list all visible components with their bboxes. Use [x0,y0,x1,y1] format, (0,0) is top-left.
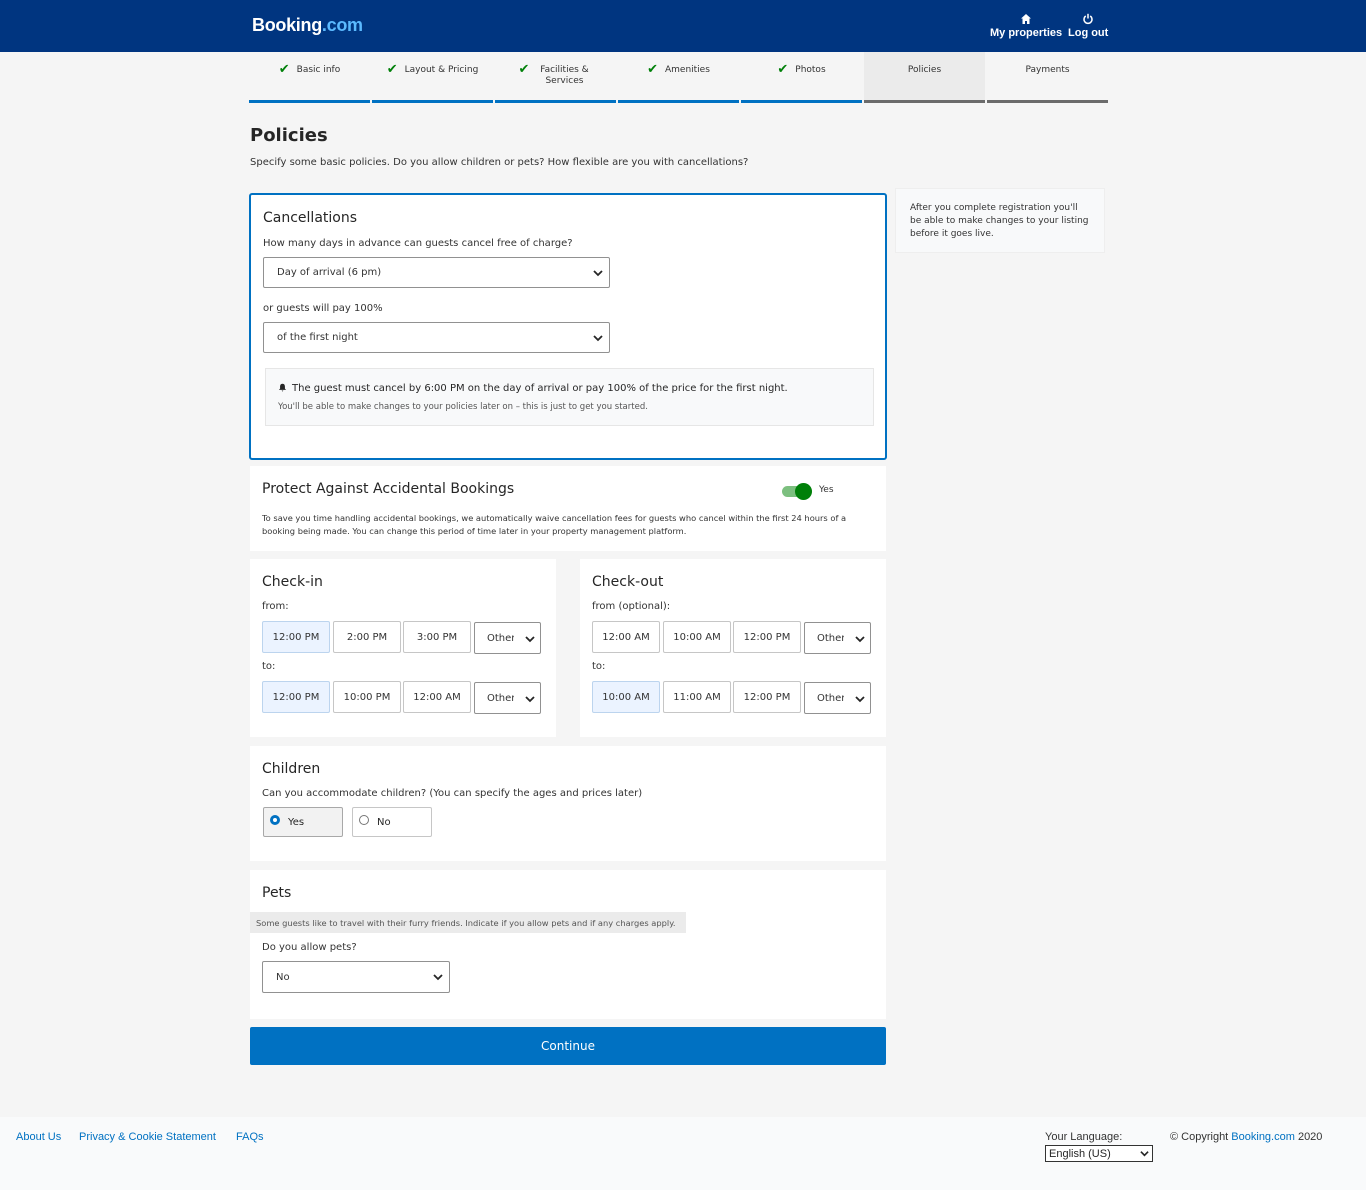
checkmark-icon: ✔ [647,62,658,77]
chevron-down-icon [525,696,535,703]
checkin-to-option[interactable]: 12:00 PM [262,681,330,713]
language-select[interactable]: English (US) [1045,1145,1153,1162]
pets-select[interactable]: No [262,961,450,993]
booking-home-link[interactable]: Booking.com [1231,1131,1295,1143]
cancellation-notice: The guest must cancel by 6:00 PM on the … [265,368,874,426]
chevron-down-icon [1140,1151,1149,1157]
pets-title: Pets [262,885,292,901]
children-yes-radio[interactable]: Yes [263,807,343,837]
checkmark-icon: ✔ [777,62,789,77]
guests-pay-select[interactable]: of the first night [263,322,610,353]
radio-indicator [270,815,280,825]
checkout-from-label: from (optional): [592,601,671,612]
checkin-to-option[interactable]: 10:00 PM [333,681,401,713]
step-policies[interactable]: Policies [864,52,985,103]
chevron-down-icon [593,335,603,342]
pets-card: Pets Some guests like to travel with the… [250,870,886,1019]
notice-sub-text: You'll be able to make changes to your p… [278,402,648,412]
cancellations-title: Cancellations [263,210,358,226]
checkout-to-label: to: [592,661,606,672]
checkout-to-option[interactable]: 12:00 PM [733,681,801,713]
top-header: Booking.com My properties Log out [0,0,1366,52]
page-title: Policies [250,125,328,146]
booking-logo[interactable]: Booking.com [252,15,363,36]
children-title: Children [262,761,321,777]
pets-hint: Some guests like to travel with their fu… [250,912,686,933]
log-out-link[interactable]: Log out [1068,13,1108,39]
power-icon [1083,13,1093,25]
free-cancel-days-label: How many days in advance can guests canc… [263,238,573,249]
protect-description: To save you time handling accidental boo… [262,513,847,536]
step-layout-pricing[interactable]: ✔ Layout & Pricing [372,52,493,103]
checkmark-icon: ✔ [386,62,398,77]
checkout-from-option[interactable]: 10:00 AM [663,621,731,653]
checkin-from-option[interactable]: 12:00 PM [262,621,330,653]
about-us-link[interactable]: About Us [16,1131,61,1143]
radio-indicator [359,815,369,825]
checkmark-icon: ✔ [518,62,530,77]
checkout-from-option[interactable]: 12:00 PM [733,621,801,653]
chevron-down-icon [855,696,865,703]
step-amenities[interactable]: ✔ Amenities [618,52,739,103]
checkin-from-other-select[interactable]: Other [474,622,541,654]
page-subtitle: Specify some basic policies. Do you allo… [250,157,749,168]
chevron-down-icon [433,974,443,981]
checkout-to-other-select[interactable]: Other [804,682,871,714]
notice-main-text: The guest must cancel by 6:00 PM on the … [292,383,788,394]
checkin-to-other-select[interactable]: Other [474,682,541,714]
checkout-to-option[interactable]: 11:00 AM [663,681,731,713]
progress-steps: ✔ Basic info ✔ Layout & Pricing ✔ Facilitie… [249,52,1109,103]
privacy-link[interactable]: Privacy & Cookie Statement [79,1131,216,1143]
chevron-down-icon [525,636,535,643]
free-cancel-days-select[interactable]: Day of arrival (6 pm) [263,257,610,288]
step-payments[interactable]: Payments [987,52,1108,103]
home-icon [1021,14,1032,24]
checkout-from-other-select[interactable]: Other [804,622,871,654]
footer: About Us Privacy & Cookie Statement FAQs… [0,1117,1366,1190]
protect-card: Protect Against Accidental Bookings Yes … [250,466,886,551]
guests-pay-label: or guests will pay 100% [263,303,383,314]
children-question: Can you accommodate children? (You can s… [262,788,643,799]
checkout-card: Check-out from (optional): 12:00 AM 10:0… [580,559,886,737]
step-photos[interactable]: ✔ Photos [741,52,862,103]
checkin-from-label: from: [262,601,289,612]
protect-toggle-label: Yes [819,485,834,495]
children-no-radio[interactable]: No [352,807,432,837]
my-properties-link[interactable]: My properties [990,13,1062,39]
copyright: © Copyright Booking.com 2020 [1170,1131,1323,1143]
language-label: Your Language: [1045,1131,1123,1143]
checkin-from-option[interactable]: 3:00 PM [403,621,471,653]
checkin-to-option[interactable]: 12:00 AM [403,681,471,713]
pets-question: Do you allow pets? [262,942,357,953]
checkout-from-option[interactable]: 12:00 AM [592,621,660,653]
bell-icon [278,383,287,392]
step-facilities-services[interactable]: ✔ Facilities & Services [495,52,616,103]
checkout-to-option[interactable]: 10:00 AM [592,681,660,713]
checkin-from-option[interactable]: 2:00 PM [333,621,401,653]
checkin-title: Check-in [262,574,323,590]
checkin-to-label: to: [262,661,276,672]
protect-toggle[interactable] [782,483,814,500]
checkout-title: Check-out [592,574,664,590]
chevron-down-icon [855,636,865,643]
continue-button[interactable]: Continue [250,1027,886,1065]
faqs-link[interactable]: FAQs [236,1131,264,1143]
children-card: Children Can you accommodate children? (… [250,746,886,861]
chevron-down-icon [593,270,603,277]
checkin-card: Check-in from: 12:00 PM 2:00 PM 3:00 PM … [250,559,556,737]
protect-title: Protect Against Accidental Bookings [262,481,515,497]
registration-tip: After you complete registration you'll b… [895,188,1105,253]
cancellations-card: Cancellations How many days in advance c… [249,193,887,460]
step-basic-info[interactable]: ✔ Basic info [249,52,370,103]
checkmark-icon: ✔ [278,62,290,77]
